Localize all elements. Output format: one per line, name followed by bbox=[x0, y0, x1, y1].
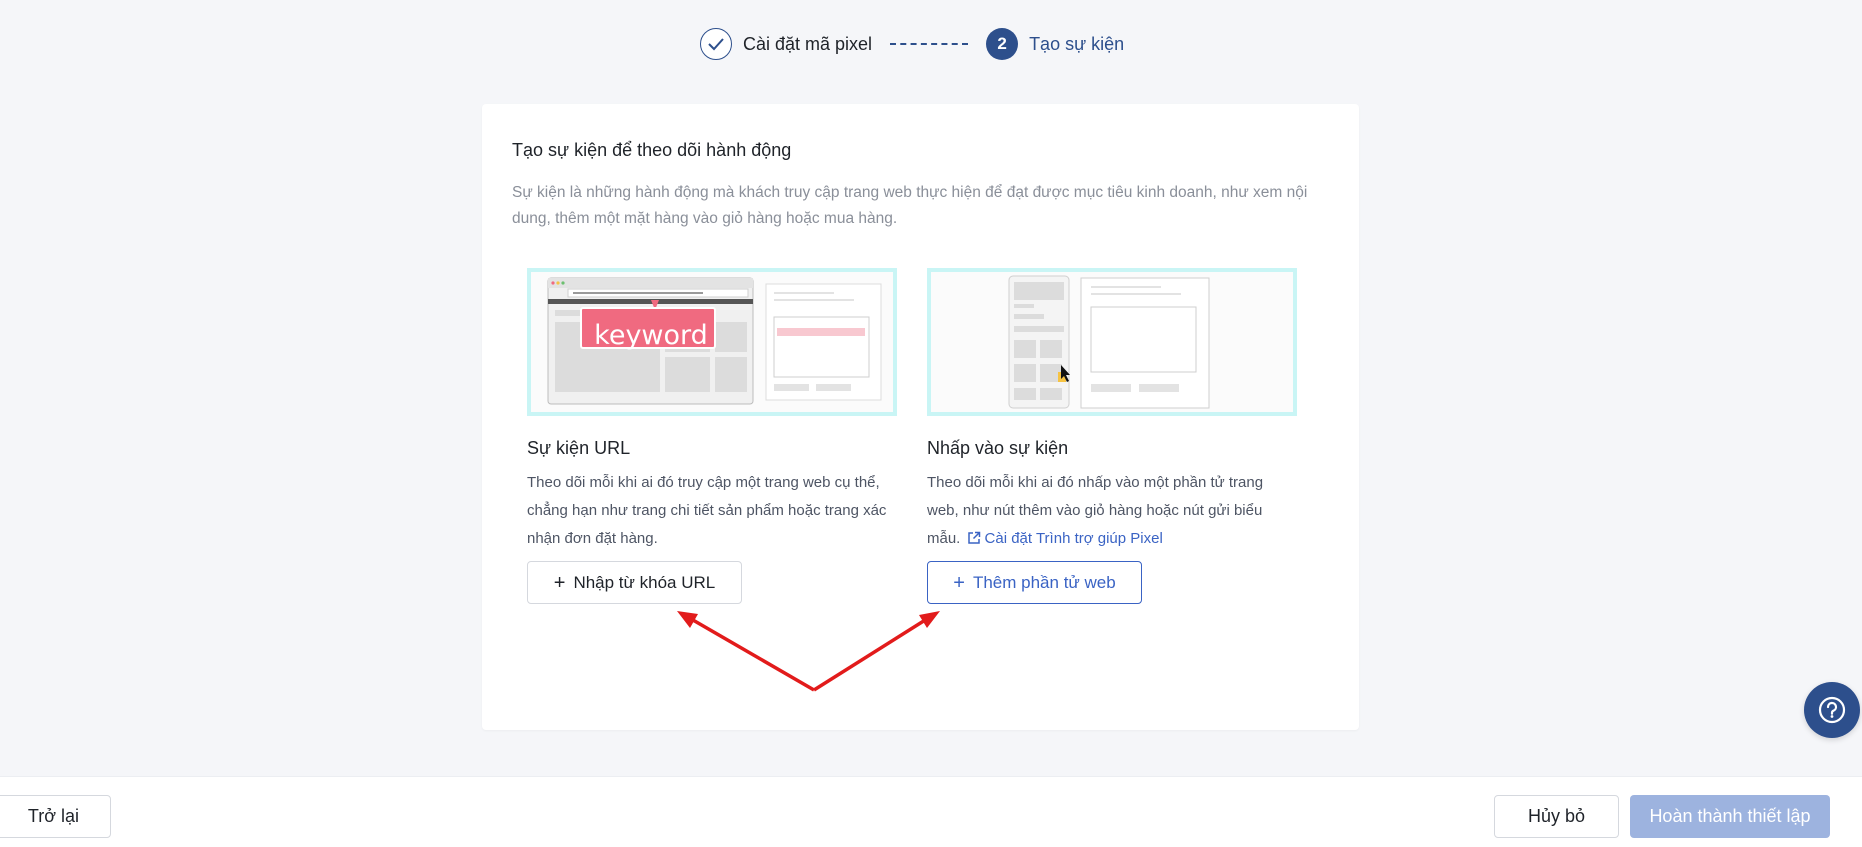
plus-icon: + bbox=[553, 571, 566, 594]
add-web-element-button[interactable]: + Thêm phần tử web bbox=[927, 561, 1142, 604]
help-icon bbox=[1818, 696, 1846, 724]
step-create-event: 2 Tạo sự kiện bbox=[986, 28, 1124, 60]
check-icon bbox=[700, 28, 732, 60]
click-event-title: Nhấp vào sự kiện bbox=[927, 438, 1069, 458]
footer-bar: Trở lại Hủy bỏ Hoàn thành thiết lập bbox=[0, 776, 1862, 847]
enter-url-keyword-button[interactable]: + Nhập từ khóa URL bbox=[527, 561, 742, 604]
step-install-pixel: Cài đặt mã pixel bbox=[700, 28, 872, 60]
cancel-button[interactable]: Hủy bỏ bbox=[1494, 795, 1619, 838]
step-1-label: Cài đặt mã pixel bbox=[743, 33, 873, 54]
create-event-card: Tạo sự kiện để theo dõi hành động Sự kiệ… bbox=[482, 104, 1359, 730]
external-link-icon[interactable] bbox=[967, 527, 981, 555]
url-event-option: keyword Sự kiện URL Theo dõi mỗi khi ai … bbox=[527, 268, 897, 553]
url-event-title: Sự kiện URL bbox=[527, 438, 631, 458]
url-event-description: Theo dõi mỗi khi ai đó truy cập một tran… bbox=[527, 474, 887, 547]
pixel-helper-link[interactable]: Cài đặt Trình trợ giúp Pixel bbox=[985, 530, 1163, 547]
click-event-illustration bbox=[927, 268, 1297, 416]
stepper: Cài đặt mã pixel 2 Tạo sự kiện bbox=[700, 25, 1124, 63]
card-title: Tạo sự kiện để theo dõi hành động bbox=[512, 140, 792, 160]
finish-setup-button[interactable]: Hoàn thành thiết lập bbox=[1630, 795, 1830, 838]
plus-icon: + bbox=[953, 571, 965, 594]
step-connector bbox=[890, 43, 969, 45]
step-2-label: Tạo sự kiện bbox=[1029, 33, 1125, 54]
help-button[interactable] bbox=[1804, 682, 1860, 738]
click-event-description: Theo dõi mỗi khi ai đó nhấp vào một phần… bbox=[927, 469, 1297, 555]
card-description: Sự kiện là những hành động mà khách truy… bbox=[512, 184, 1308, 227]
add-web-element-label: Thêm phần tử web bbox=[972, 572, 1116, 592]
keyword-badge: keyword bbox=[594, 320, 708, 351]
enter-url-keyword-label: Nhập từ khóa URL bbox=[573, 572, 716, 592]
step-2-number: 2 bbox=[986, 28, 1019, 60]
click-event-option: Nhấp vào sự kiện Theo dõi mỗi khi ai đó … bbox=[927, 268, 1297, 555]
url-event-illustration: keyword bbox=[527, 268, 897, 416]
back-button[interactable]: Trở lại bbox=[0, 795, 111, 838]
